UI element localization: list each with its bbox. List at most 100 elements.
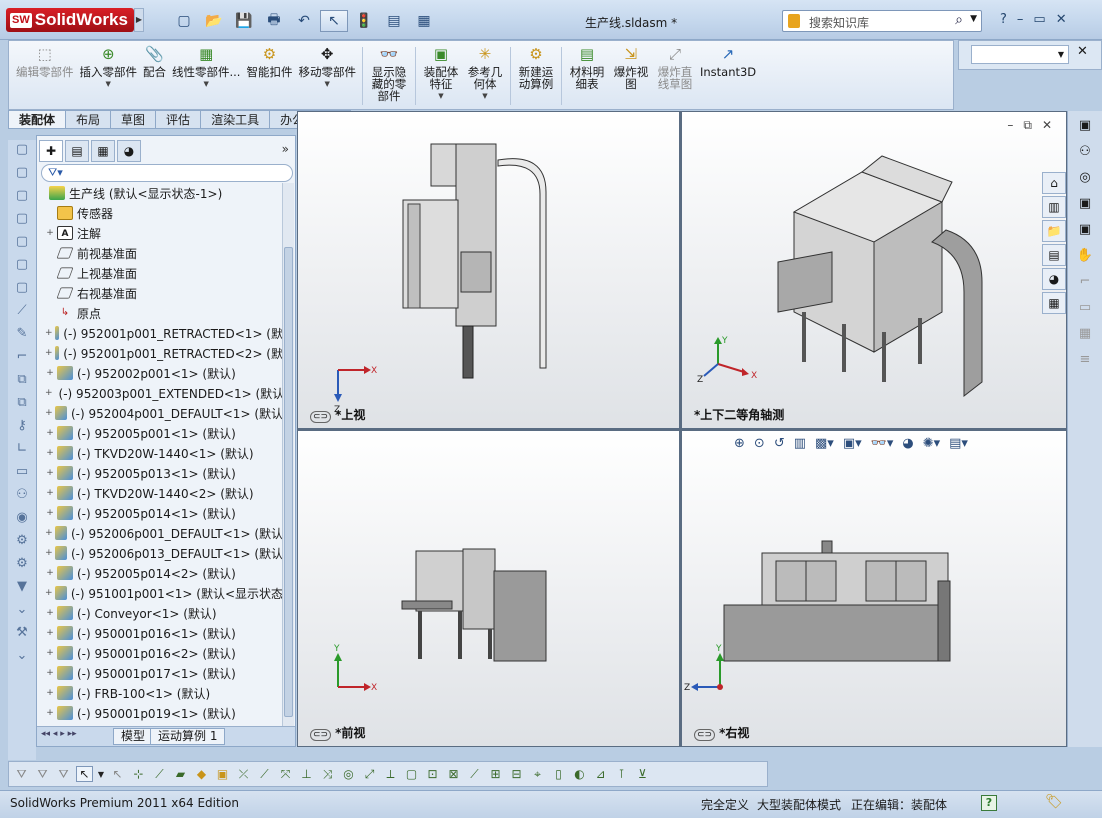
filter-axis-icon[interactable]: ⤫ [235,767,252,782]
viewport-front[interactable]: Y X ⊂⊃ *前视 [298,431,679,746]
filter-geometric-tolerance-icon[interactable]: ⊡ [424,767,441,781]
sketch-icon[interactable]: ✎ [10,326,34,346]
save-icon[interactable]: 💾 [230,10,258,32]
move-component-button[interactable]: ✥ 移动零部件 ▼ [295,43,359,107]
restore-icon[interactable]: ⧉ [1023,118,1032,133]
select-pointer-icon[interactable]: ↖ [320,10,348,32]
filter-vertex-icon[interactable]: ⊹ [130,767,147,781]
view-settings-icon[interactable]: ▤▾ [949,436,968,451]
options-icon[interactable]: ▦ [410,10,438,32]
viewport-isometric[interactable]: – ⧉ ✕ Y X Z *上下二等角轴测 [682,112,1066,428]
chevron-double-down-icon[interactable]: ⌄ [10,648,34,668]
configuration-dropdown[interactable]: ▼ [971,45,1069,64]
tool-icon[interactable]: ⚒ [10,625,34,645]
select-pointer-icon[interactable]: ↖ [76,766,93,782]
filter-weld-bead-icon[interactable]: ⊠ [445,767,462,781]
search-icon[interactable]: ⌕ [955,12,963,28]
expand-toggle-icon[interactable]: + [45,568,55,578]
expand-toggle-icon[interactable]: + [45,468,55,478]
select-pointer-icon[interactable]: ↖ [109,767,126,781]
filter-solid-icon[interactable]: ▣ [214,767,231,781]
tree-item[interactable]: + (-) 952003p001_EXTENDED<1> (默认 [37,383,283,403]
copy-icon[interactable]: ⧉ [10,395,34,415]
help-icon[interactable]: ? [1000,12,1007,27]
grid-icon[interactable]: ▦ [1074,323,1096,345]
tree-item[interactable]: + (-) 952004p001_DEFAULT<1> (默认 [37,403,283,423]
tree-root[interactable]: 生产线 (默认<显示状态-1>) [37,183,283,203]
copy-icon[interactable]: ⧉ [10,372,34,392]
view-cube-icon[interactable]: ▢ [10,188,34,208]
tab-evaluate[interactable]: 评估 [156,110,202,129]
linear-pattern-button[interactable]: ▦ 线性零部件... ▼ [169,43,243,107]
tab-motion-study[interactable]: 运动算例 1 [150,728,226,745]
search-knowledge-base-input[interactable]: 搜索知识库 ⌕ ▼ [782,10,982,32]
expand-toggle-icon[interactable]: + [45,528,53,538]
tree-item[interactable]: + (-) 950001p019<1> (默认) [37,703,283,723]
filter-route-point-icon[interactable]: ⊿ [592,767,609,781]
gear-icon[interactable]: ⚙ [10,533,34,553]
funnel-icon[interactable]: ▼ [10,579,34,599]
monitor-icon[interactable]: ▭ [10,464,34,484]
expand-toggle-icon[interactable]: + [45,648,55,658]
help-icon[interactable]: ? [981,795,997,811]
tree-scrollbar[interactable] [282,183,294,726]
hide-show-items-icon[interactable]: 👓▾ [871,436,894,451]
tree-item[interactable]: + (-) Conveyor<1> (默认) [37,603,283,623]
mate-button[interactable]: 📎 配合 [140,43,169,107]
expand-toggle-icon[interactable]: + [45,348,53,358]
viewport-right[interactable]: ⊕ ⊙ ↺ ▥ ▩▾ ▣▾ 👓▾ ◕ ✺▾ ▤▾ Y Z ⊂⊃ *右视 [682,431,1066,746]
tree-item[interactable]: + (-) 950001p016<2> (默认) [37,643,283,663]
tree-item[interactable]: + (-) 952006p013_DEFAULT<1> (默认 [37,543,283,563]
feature-manager-tab-icon[interactable]: ✚ [39,140,63,162]
close-icon[interactable]: ✕ [1077,44,1088,59]
viewport-top[interactable]: X Z ⊂⊃ *上视 [298,112,679,428]
expand-toggle-icon[interactable]: + [45,448,55,458]
sketch-line-icon[interactable]: ⟋ [10,303,34,323]
zoom-to-area-icon[interactable]: ⊙ [754,436,765,451]
filter-silhouette-icon[interactable]: ⊻ [634,767,651,781]
view-cube-icon[interactable]: ▢ [10,165,34,185]
chevron-down-icon[interactable]: ▼ [97,770,105,779]
expand-toggle-icon[interactable]: + [45,628,55,638]
view-cube-icon[interactable]: ▢ [10,211,34,231]
filter-datum-icon[interactable]: ⟂ [382,767,399,782]
tab-sketch[interactable]: 草图 [111,110,157,129]
target-icon[interactable]: ◎ [1074,167,1096,189]
rebuild-traffic-light-icon[interactable]: 🚦 [350,10,378,32]
smart-fastener-button[interactable]: ⚙ 智能扣件 [243,43,295,107]
globe-icon[interactable]: ◉ [10,510,34,530]
tree-item[interactable]: ↳ 原点 [37,303,283,323]
graphics-area[interactable]: X Z ⊂⊃ *上视 – ⧉ ✕ Y X Z *上下二等角轴测 Y X ⊂⊃ *… [297,111,1067,747]
filter-blocks-icon[interactable]: ⊟ [508,767,525,781]
filter-balloon-icon[interactable]: ⤢ [361,767,378,782]
tab-assembly[interactable]: 装配体 [8,110,67,129]
fillet-icon[interactable]: ⌐ [10,349,34,369]
filter-cosmetic-thread-icon[interactable]: ⊞ [487,767,504,781]
filter-dowel-pin-icon[interactable]: ▯ [550,767,567,781]
stack-icon[interactable]: ≡ [1074,349,1096,371]
filter-datum-target-icon[interactable]: ⟋ [466,767,483,782]
tag-icon[interactable]: 🏷 [1045,794,1063,810]
expand-toggle-icon[interactable]: + [45,428,55,438]
expand-toggle-icon[interactable]: + [45,228,55,238]
expand-toggle-icon[interactable]: + [45,328,53,338]
exploded-view-button[interactable]: ⇲ 爆炸视图 [609,43,653,107]
tree-item[interactable]: 右视基准面 [37,283,283,303]
expand-toggle-icon[interactable]: + [45,588,53,598]
close-icon[interactable]: ✕ [1042,118,1052,133]
filter-icon[interactable]: ⛛ [55,767,72,782]
filter-surface-finish-icon[interactable]: ▢ [403,767,420,781]
gear-icon[interactable]: ⚙ [10,556,34,576]
tree-item[interactable]: 上视基准面 [37,263,283,283]
scrollbar-thumb[interactable] [284,247,293,717]
display-manager-tab-icon[interactable]: ◕ [117,140,141,162]
close-icon[interactable]: ✕ [1056,12,1067,27]
solidworks-logo[interactable]: SW SolidWorks [6,8,134,32]
expand-toggle-icon[interactable]: + [45,548,53,558]
explode-line-sketch-button[interactable]: ⤢ 爆炸直线草图 [653,43,697,107]
filter-weld-icon[interactable]: ◎ [340,767,357,781]
tree-item[interactable]: + (-) 950001p017<1> (默认) [37,663,283,683]
expand-toggle-icon[interactable]: + [45,488,55,498]
minimize-icon[interactable]: – [1017,12,1024,27]
chevron-double-down-icon[interactable]: ⌄ [10,602,34,622]
